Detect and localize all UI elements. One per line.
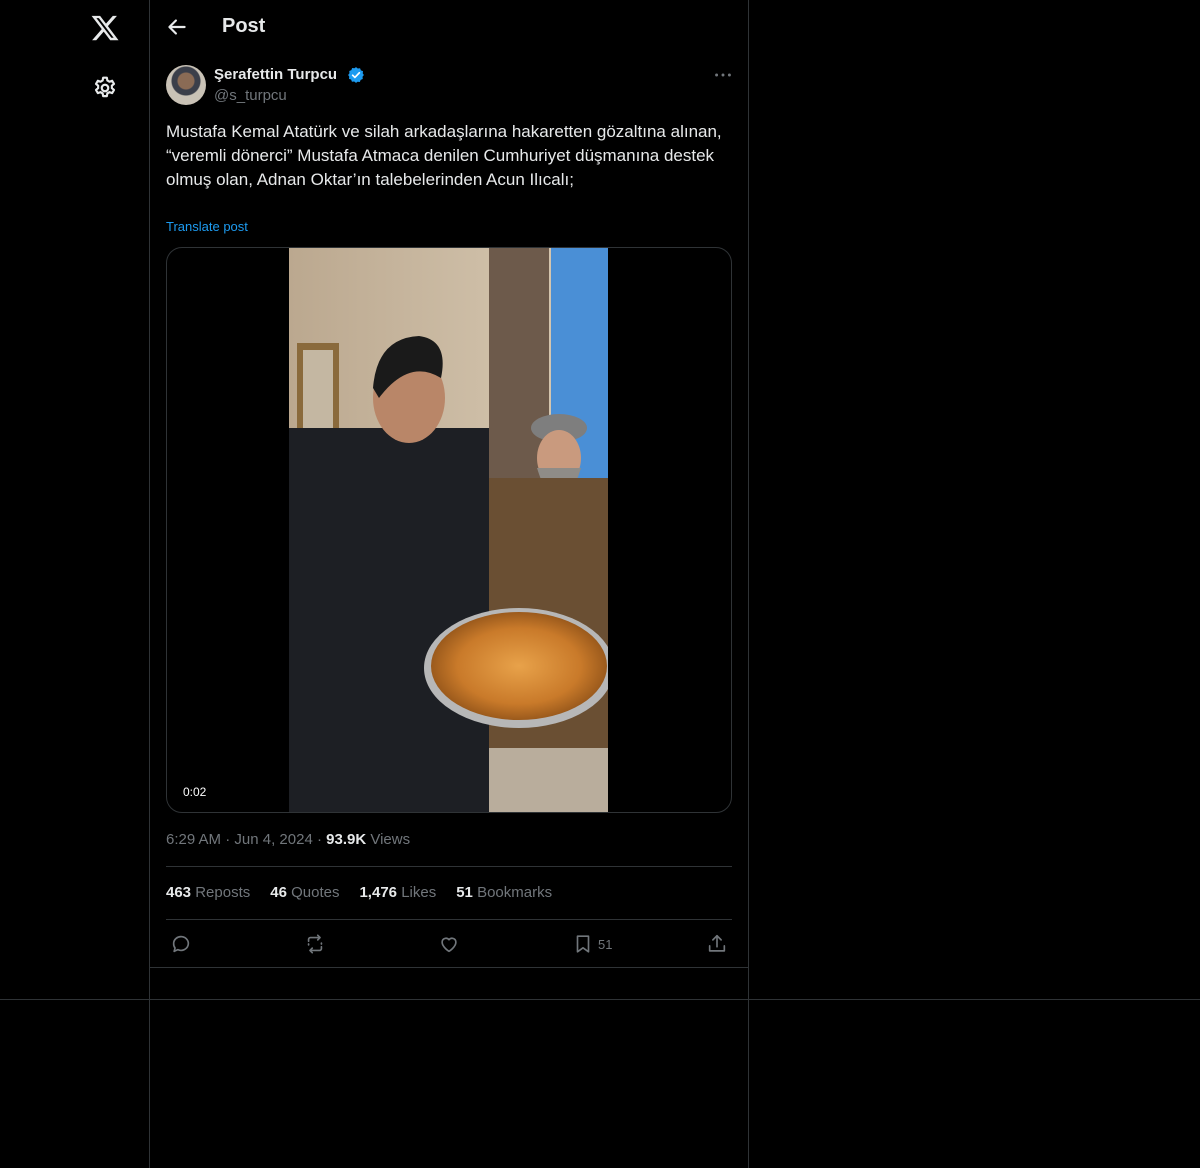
divider (166, 919, 732, 920)
post-time[interactable]: 6:29 AM (166, 831, 221, 848)
video-player[interactable]: 0:02 (166, 247, 732, 813)
likes-label: Likes (401, 884, 437, 901)
views-count: 93.9K (326, 831, 367, 848)
post-date[interactable]: Jun 4, 2024 (234, 831, 312, 848)
gear-icon[interactable] (92, 75, 118, 101)
reposts-count: 463 (166, 884, 192, 901)
share-icon (708, 934, 726, 952)
x-logo-icon[interactable] (90, 13, 120, 43)
video-frame (289, 248, 608, 812)
divider (150, 967, 748, 968)
quotes-count: 46 (270, 884, 287, 901)
bookmark-icon (576, 935, 590, 953)
repost-icon (307, 934, 323, 954)
likes-stat[interactable]: 1,476 Likes (359, 884, 436, 901)
reply-icon (172, 935, 190, 953)
author-name[interactable]: Şerafettin Turpcu (214, 66, 337, 83)
back-arrow-icon[interactable] (164, 14, 190, 40)
post-meta: 6:29 AM · Jun 4, 2024 · 93.9K Views (166, 831, 410, 848)
more-icon[interactable] (712, 64, 734, 86)
bookmarks-stat[interactable]: 51 Bookmarks (456, 884, 552, 901)
page-header: Post (150, 0, 748, 53)
author-avatar[interactable] (166, 65, 206, 105)
share-button[interactable] (706, 932, 728, 956)
views-label: Views (370, 831, 411, 848)
section-divider (0, 999, 1200, 1000)
quotes-label: Quotes (291, 884, 340, 901)
like-icon (441, 937, 457, 953)
likes-count: 1,476 (359, 884, 398, 901)
post-actions: 51 (166, 928, 732, 960)
main-column: Post Şerafettin Turpcu @s_turpcu Mustafa… (150, 0, 749, 1168)
like-button[interactable] (438, 932, 460, 956)
reposts-stat[interactable]: 463 Reposts (166, 884, 250, 901)
translate-post-link[interactable]: Translate post (166, 219, 248, 234)
post-text: Mustafa Kemal Atatürk ve silah arkadaşla… (166, 122, 722, 189)
sidebar (0, 0, 150, 1168)
page-title: Post (222, 15, 266, 37)
video-duration: 0:02 (177, 782, 213, 802)
author-handle[interactable]: @s_turpcu (214, 87, 287, 104)
repost-button[interactable] (304, 932, 326, 956)
bookmark-count: 51 (598, 936, 613, 952)
post-stats: 463 Reposts 46 Quotes 1,476 Likes 51 Boo… (166, 884, 552, 901)
bookmarks-label: Bookmarks (477, 884, 553, 901)
reposts-label: Reposts (195, 884, 251, 901)
quotes-stat[interactable]: 46 Quotes (270, 884, 339, 901)
bookmark-button[interactable]: 51 (572, 932, 612, 956)
verified-badge-icon[interactable] (347, 66, 365, 84)
reply-button[interactable] (170, 932, 192, 956)
bookmarks-count: 51 (456, 884, 473, 901)
divider (166, 866, 732, 867)
meta-separator: · (316, 831, 327, 848)
meta-separator: · (225, 831, 235, 848)
